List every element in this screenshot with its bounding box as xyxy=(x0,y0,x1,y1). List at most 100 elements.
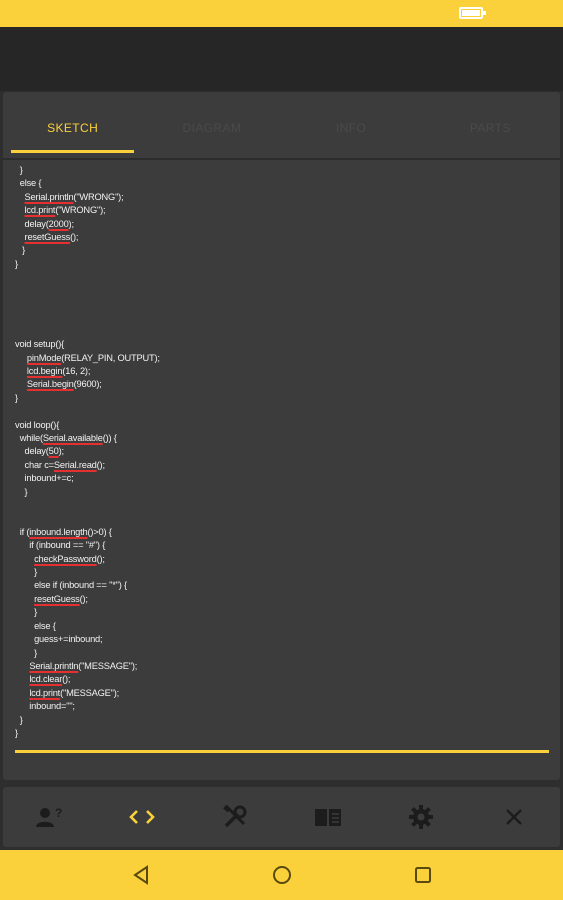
gear-icon xyxy=(408,805,433,829)
code-line: void loop(){ xyxy=(15,419,555,432)
code-token: else if (inbound == "*") { xyxy=(15,580,127,591)
code-token: (); xyxy=(62,674,71,685)
code-token: else { xyxy=(15,178,42,189)
code-line: } xyxy=(15,647,555,660)
code-token: delay( xyxy=(15,218,49,229)
code-token: } xyxy=(15,567,37,578)
code-token: ); xyxy=(58,446,64,457)
code-token-flagged: Serial.read xyxy=(53,459,97,470)
code-icon xyxy=(129,810,156,824)
code-line: while(Serial.available()) { xyxy=(15,432,555,445)
book-icon xyxy=(314,809,341,826)
code-line: } xyxy=(15,714,555,727)
code-token: } xyxy=(15,392,18,403)
code-token: void loop(){ xyxy=(15,419,60,430)
code-token: } xyxy=(15,486,28,497)
code-token-flagged: Serial.begin xyxy=(26,379,74,390)
code-token: } xyxy=(15,647,37,658)
code-line: } xyxy=(15,258,555,271)
settings-button[interactable] xyxy=(374,787,467,847)
code-viewer[interactable]: } else { Serial.println("WRONG"); lcd.pr… xyxy=(15,164,555,740)
code-token: } xyxy=(15,607,37,618)
code-line: lcd.print("MESSAGE"); xyxy=(15,687,555,700)
code-token: (); xyxy=(96,553,105,564)
code-token-flagged: 50 xyxy=(48,446,59,457)
code-token: ("MESSAGE"); xyxy=(60,687,120,698)
code-token: ); xyxy=(68,218,74,229)
home-icon xyxy=(272,866,291,884)
code-line: } xyxy=(15,392,555,405)
code-token: ()>0) { xyxy=(87,526,112,537)
code-line: } xyxy=(15,606,555,619)
tab-info[interactable]: INFO xyxy=(282,92,421,158)
code-token: if (inbound == "#") { xyxy=(15,540,106,551)
nav-home-button[interactable] xyxy=(262,855,302,895)
code-line: lcd.begin(16, 2); xyxy=(15,365,555,378)
code-line: Serial.println("MESSAGE"); xyxy=(15,660,555,673)
book-button[interactable] xyxy=(281,787,374,847)
code-line: Serial.println("WRONG"); xyxy=(15,191,555,204)
tab-parts[interactable]: PARTS xyxy=(421,92,560,158)
tab-bar: SKETCH DIAGRAM INFO PARTS xyxy=(3,92,560,160)
code-line: inbound=""; xyxy=(15,700,555,713)
code-token-flagged: pinMode xyxy=(26,352,62,363)
code-token: ()) { xyxy=(102,433,117,444)
code-token: } xyxy=(15,165,23,175)
code-token: delay( xyxy=(15,446,49,457)
code-line: resetGuess(); xyxy=(15,593,555,606)
code-line: lcd.clear(); xyxy=(15,673,555,686)
code-line: } xyxy=(15,486,555,499)
code-line: pinMode(RELAY_PIN, OUTPUT); xyxy=(15,352,555,365)
code-line: lcd.print("WRONG"); xyxy=(15,204,555,217)
code-token: } xyxy=(15,258,18,269)
code-token: (9600); xyxy=(73,379,102,390)
svg-text:?: ? xyxy=(55,806,62,820)
close-icon xyxy=(505,809,522,825)
code-token: inbound=""; xyxy=(15,701,75,712)
code-token-flagged: lcd.clear xyxy=(29,674,63,685)
code-token: ("WRONG"); xyxy=(55,205,106,216)
code-token: inbound+=c; xyxy=(15,473,74,484)
tab-sketch[interactable]: SKETCH xyxy=(3,92,142,158)
code-line: else { xyxy=(15,177,555,190)
recents-icon xyxy=(414,867,431,883)
code-line: char c=Serial.read(); xyxy=(15,459,555,472)
code-token: (RELAY_PIN, OUTPUT); xyxy=(61,352,160,363)
nav-back-button[interactable] xyxy=(121,855,161,895)
code-token: (); xyxy=(70,232,79,243)
user-question-button[interactable]: ? xyxy=(3,787,96,847)
code-token: (); xyxy=(96,459,105,470)
close-button[interactable] xyxy=(467,787,560,847)
code-line: } xyxy=(15,244,555,257)
nav-recents-button[interactable] xyxy=(403,855,443,895)
code-token-flagged: Serial.println xyxy=(29,660,79,671)
code-line: else { xyxy=(15,620,555,633)
code-button[interactable] xyxy=(96,787,189,847)
code-token: (); xyxy=(79,593,88,604)
code-token-flagged: resetGuess xyxy=(24,232,71,243)
tools-button[interactable] xyxy=(189,787,282,847)
code-token: if ( xyxy=(15,526,30,537)
battery-icon xyxy=(459,7,486,19)
code-token: char c= xyxy=(15,459,55,470)
code-token: ("WRONG"); xyxy=(73,191,124,202)
code-token: while( xyxy=(15,433,43,444)
code-token-flagged: lcd.print xyxy=(24,205,56,216)
code-token-flagged: lcd.begin xyxy=(26,366,63,377)
code-text: } else { Serial.println("WRONG"); lcd.pr… xyxy=(15,164,555,740)
tab-diagram[interactable]: DIAGRAM xyxy=(142,92,281,158)
